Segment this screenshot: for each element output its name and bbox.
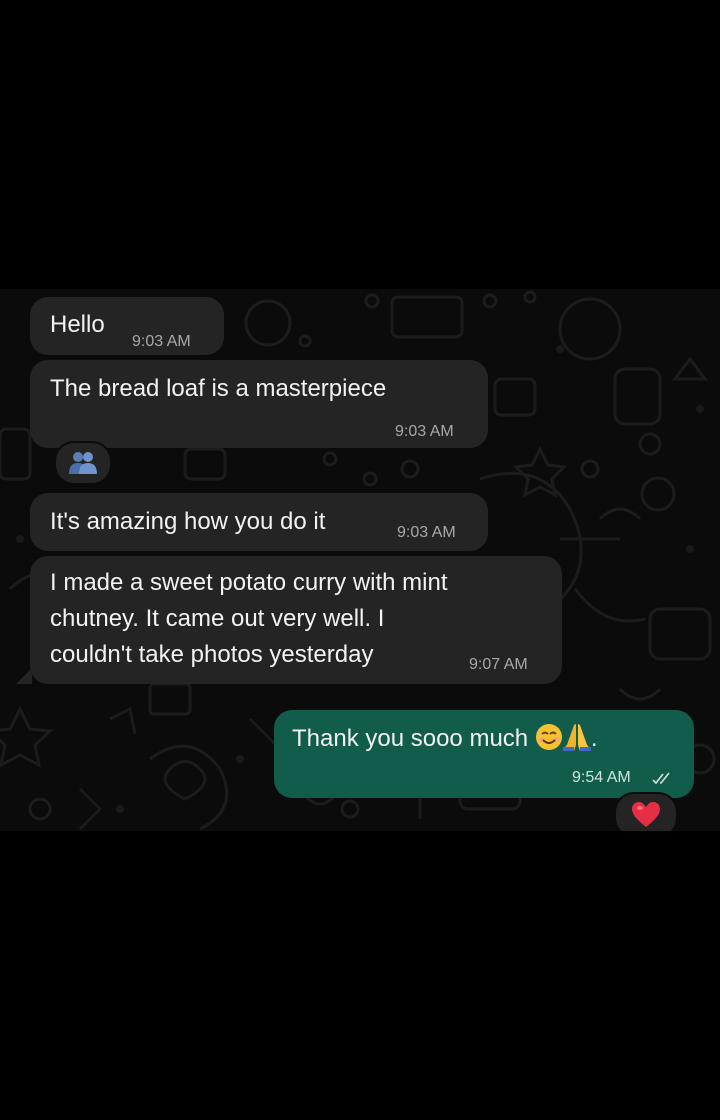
message-text: It's amazing how you do it bbox=[50, 508, 326, 535]
message-timestamp: 9:03 AM bbox=[397, 524, 456, 541]
smiling-face-icon bbox=[535, 724, 562, 750]
message-text: Hello bbox=[50, 311, 105, 338]
message-text-line-2: chutney. It came out very well. I bbox=[50, 605, 385, 632]
message-text-line-3: couldn't take photos yesterday bbox=[50, 641, 374, 668]
incoming-message[interactable]: Hello 9:03 AM bbox=[30, 297, 224, 355]
incoming-message[interactable]: It's amazing how you do it 9:03 AM bbox=[30, 493, 488, 551]
message-reaction[interactable] bbox=[614, 792, 678, 831]
message-text: Thank you sooo much . bbox=[292, 722, 597, 756]
message-timestamp: 9:03 AM bbox=[395, 423, 454, 440]
incoming-message[interactable]: I made a sweet potato curry with mint ch… bbox=[30, 556, 562, 684]
message-timestamp: 9:07 AM bbox=[469, 656, 528, 673]
double-check-icon bbox=[652, 772, 670, 785]
screen: Hello 9:03 AM The bread loaf is a master… bbox=[0, 0, 720, 1120]
people-icon bbox=[69, 452, 97, 474]
incoming-message[interactable]: The bread loaf is a masterpiece 9:03 AM bbox=[30, 360, 488, 448]
message-text: The bread loaf is a masterpiece bbox=[50, 375, 387, 402]
outgoing-message[interactable]: Thank you sooo much . 9:54 AM bbox=[274, 710, 694, 798]
bubble-tail bbox=[16, 668, 32, 684]
message-timestamp: 9:03 AM bbox=[132, 333, 191, 350]
chat-area[interactable]: Hello 9:03 AM The bread loaf is a master… bbox=[0, 289, 720, 831]
message-timestamp: 9:54 AM bbox=[572, 769, 631, 786]
message-reaction[interactable] bbox=[54, 441, 112, 485]
heart-icon bbox=[632, 802, 660, 827]
message-text-main: Thank you sooo much bbox=[292, 725, 529, 752]
message-text-suffix: . bbox=[590, 725, 598, 752]
message-text-line-1: I made a sweet potato curry with mint bbox=[50, 569, 448, 596]
folded-hands-icon bbox=[562, 724, 591, 751]
